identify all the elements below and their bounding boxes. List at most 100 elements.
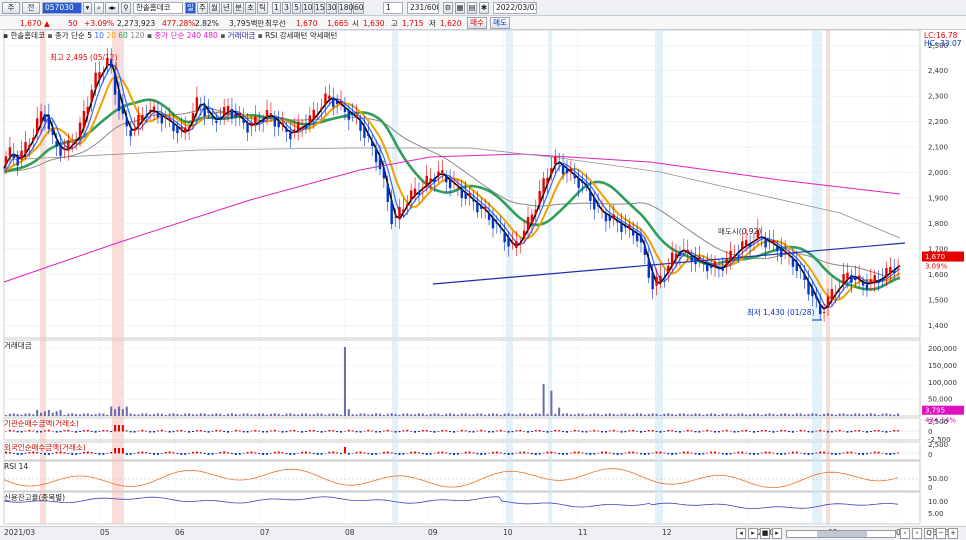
- candle-body: [230, 108, 234, 119]
- price-tick-label: 2,300: [928, 93, 948, 101]
- minute-button-60[interactable]: 60: [353, 2, 364, 14]
- foreign-bar: [402, 453, 405, 455]
- sell-button[interactable]: 매도: [490, 17, 510, 29]
- stock-code-input[interactable]: 057030: [42, 2, 82, 14]
- inst-bar: [803, 430, 806, 432]
- volume-bar: [195, 414, 198, 416]
- grid-icon[interactable]: ▦: [455, 2, 465, 14]
- gear-icon[interactable]: ✱: [479, 2, 489, 14]
- inst-bar: [285, 431, 288, 433]
- volume-bar: [145, 413, 148, 416]
- prev-next-icon[interactable]: ◂▸: [105, 2, 119, 14]
- zoom-fit-icon[interactable]: Q: [924, 528, 934, 539]
- mode2-dropdown[interactable]: 전: [22, 2, 40, 14]
- scrollbar-thumb[interactable]: [817, 531, 867, 537]
- candle-body: [565, 168, 569, 174]
- foreign-bar: [117, 448, 120, 454]
- stop-icon[interactable]: ■: [760, 528, 770, 539]
- inst-bar: [523, 431, 526, 432]
- candle-body: [382, 167, 386, 179]
- price-tick-label: 1,400: [928, 322, 948, 330]
- mode1-dropdown[interactable]: 주: [2, 2, 20, 14]
- inst-bar: [406, 429, 409, 432]
- date-input[interactable]: 2022/03/03: [493, 2, 537, 14]
- foreign-bar: [156, 453, 159, 455]
- inst-bar: [445, 430, 448, 432]
- foreign-bar: [542, 452, 545, 454]
- volume-bar: [203, 413, 206, 416]
- period-tab-6[interactable]: 틱: [257, 2, 268, 14]
- inst-bar: [429, 431, 432, 432]
- period-tab-5[interactable]: 초: [245, 2, 256, 14]
- settings-icon[interactable]: ⚙: [443, 2, 453, 14]
- candle-body: [406, 203, 409, 207]
- foreign-bar: [776, 453, 779, 455]
- inst-bar: [98, 431, 101, 432]
- scrollbar[interactable]: [786, 530, 896, 538]
- inst-bar: [230, 430, 233, 432]
- inst-bar: [527, 431, 530, 433]
- period-tab-2[interactable]: 월: [209, 2, 220, 14]
- inst-bar: [562, 431, 565, 433]
- forward-icon[interactable]: ▸: [772, 528, 782, 539]
- inst-bar: [671, 430, 674, 432]
- candle-body: [269, 113, 273, 115]
- foreign-bar: [297, 453, 300, 454]
- inst-bar: [752, 431, 755, 433]
- rewind-icon[interactable]: ◂: [736, 528, 746, 539]
- candle-body: [456, 185, 460, 187]
- code-dropdown-icon[interactable]: ▾: [83, 2, 92, 14]
- foreign-bar: [639, 453, 642, 455]
- candle-body: [464, 192, 467, 199]
- inst-bar: [643, 431, 646, 432]
- zoom-out-icon[interactable]: ‹: [900, 528, 910, 539]
- inst-bar: [242, 431, 245, 433]
- inst-bar: [830, 431, 833, 433]
- buy-button[interactable]: 매수: [467, 17, 487, 29]
- count-input[interactable]: 1: [383, 2, 403, 14]
- foreign-bar: [304, 451, 307, 454]
- volume-bar: [550, 390, 553, 416]
- scroll-count: 231/600: [407, 2, 439, 14]
- minute-button-15[interactable]: 15: [314, 2, 325, 14]
- plus-icon[interactable]: +: [948, 528, 958, 539]
- period-tab-1[interactable]: 주: [197, 2, 208, 14]
- period-tab-3[interactable]: 년: [221, 2, 232, 14]
- minus-icon[interactable]: −: [936, 528, 946, 539]
- minute-button-1[interactable]: 1: [272, 2, 281, 14]
- candle-body: [600, 209, 604, 211]
- inst-bar: [94, 431, 97, 433]
- chart-area[interactable]: 2,500 2,400 2,300 2,200 2,100 2,000 1,900 1,800…: [0, 29, 966, 526]
- x-axis-label: 10: [503, 528, 513, 537]
- period-tab-4[interactable]: 분: [233, 2, 244, 14]
- foreign-bar: [347, 453, 350, 455]
- candle-body: [744, 240, 748, 247]
- candle-body: [51, 127, 54, 135]
- save-icon[interactable]: ▤: [467, 2, 477, 14]
- magnifier-icon[interactable]: ⚲: [121, 2, 131, 14]
- volume-tick-label: 200,000: [928, 345, 957, 353]
- volume-bar: [219, 413, 222, 416]
- foreign-bar: [885, 453, 888, 455]
- play-icon[interactable]: ▸: [748, 528, 758, 539]
- minute-button-30[interactable]: 30: [326, 2, 337, 14]
- foreign-bar: [219, 451, 222, 454]
- candle-body: [300, 127, 304, 129]
- foreign-bar: [795, 451, 798, 454]
- zoom-in-icon[interactable]: ›: [912, 528, 922, 539]
- inst-bar: [199, 430, 202, 432]
- period-tab-0[interactable]: 일: [185, 2, 196, 14]
- low-value: 1,620: [440, 19, 462, 28]
- search-icon[interactable]: ⌕: [94, 2, 104, 14]
- minute-button-3[interactable]: 3: [282, 2, 291, 14]
- inst-bar: [117, 425, 120, 432]
- minute-button-5[interactable]: 5: [292, 2, 301, 14]
- foreign-bar: [511, 453, 514, 455]
- candle-body: [421, 187, 425, 189]
- minute-button-10[interactable]: 10: [302, 2, 313, 14]
- foreign-panel-title: 외국인순매수금액(거래소): [4, 443, 86, 452]
- minute-button-180[interactable]: 180: [338, 2, 353, 14]
- foreign-bar: [569, 452, 572, 454]
- stock-chart-svg[interactable]: 2,500 2,400 2,300 2,200 2,100 2,000 1,900 1,800…: [0, 29, 966, 526]
- inst-bar: [67, 429, 70, 432]
